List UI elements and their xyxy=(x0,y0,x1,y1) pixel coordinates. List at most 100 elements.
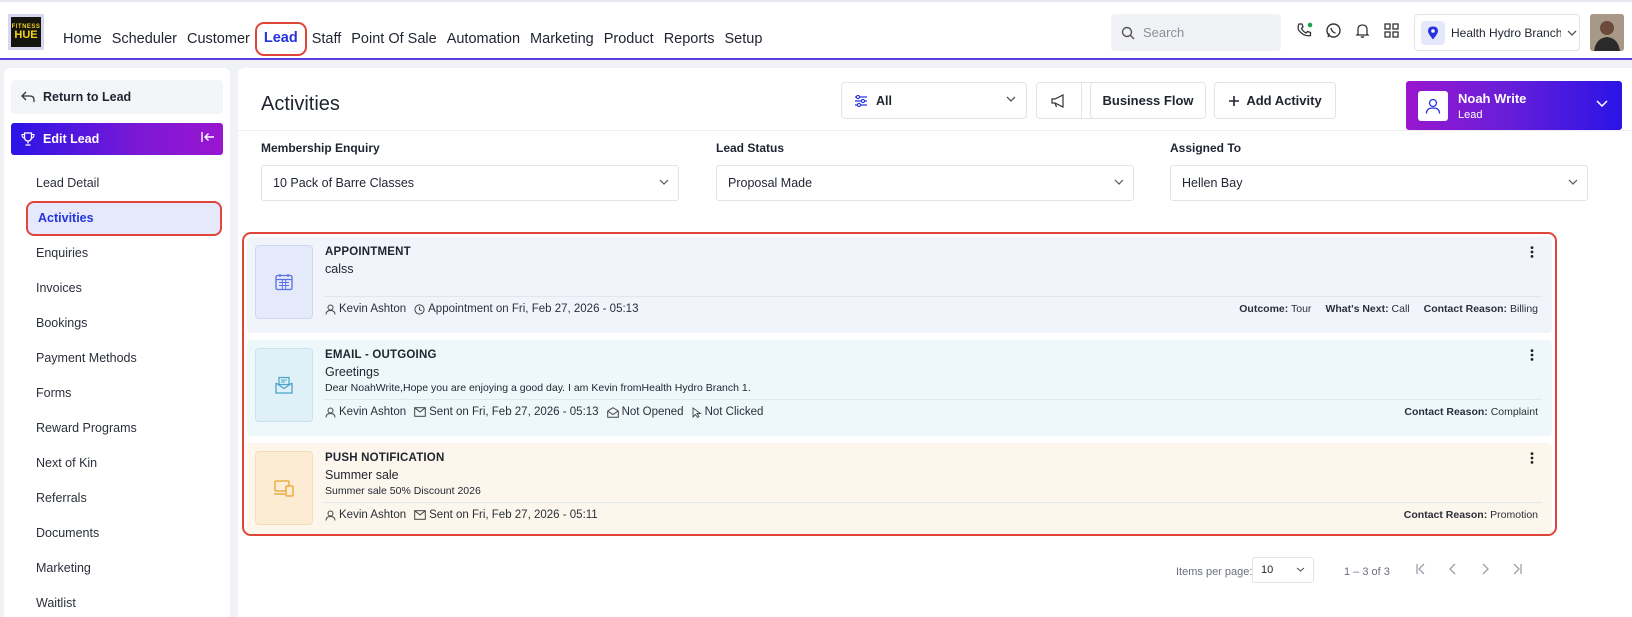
activity-user: Kevin Ashton xyxy=(339,509,407,521)
divider xyxy=(323,399,1542,400)
sidebar-item-waitlist[interactable]: Waitlist xyxy=(4,586,230,617)
next-page-icon[interactable] xyxy=(1478,562,1492,576)
activity-item-appointment[interactable]: APPOINTMENT calss Kevin Ashton Appointme… xyxy=(247,237,1552,333)
assigned-to-select[interactable]: Hellen Bay xyxy=(1170,165,1588,201)
lead-status-value: Proposal Made xyxy=(728,176,813,190)
sidebar-item-invoices[interactable]: Invoices xyxy=(4,271,230,306)
lead-profile-card[interactable]: Noah Write Lead xyxy=(1406,81,1622,130)
divider xyxy=(323,502,1542,503)
assigned-to-value: Hellen Bay xyxy=(1182,176,1243,190)
brand-logo[interactable]: FITNESS HUE xyxy=(8,14,44,50)
nav-item-point-of-sale[interactable]: Point Of Sale xyxy=(346,28,441,50)
chevron-down-icon xyxy=(1006,96,1016,102)
sidebar-item-forms[interactable]: Forms xyxy=(4,376,230,411)
more-options-icon[interactable] xyxy=(1530,452,1534,464)
phone-icon[interactable] xyxy=(1296,22,1313,39)
return-to-lead-button[interactable]: Return to Lead xyxy=(11,80,223,114)
last-page-icon[interactable] xyxy=(1510,562,1524,576)
page-range: 1 – 3 of 3 xyxy=(1344,566,1390,578)
activity-description: Summer sale 50% Discount 2026 xyxy=(325,485,481,497)
chevron-down-icon xyxy=(1567,30,1577,36)
nav-item-scheduler[interactable]: Scheduler xyxy=(107,28,182,50)
sliders-icon xyxy=(854,94,868,107)
add-activity-button[interactable]: Add Activity xyxy=(1214,82,1336,119)
search-input[interactable]: Search xyxy=(1111,14,1281,51)
activity-list: APPOINTMENT calss Kevin Ashton Appointme… xyxy=(242,232,1557,536)
page-title: Activities xyxy=(261,93,340,115)
user-avatar[interactable] xyxy=(1590,14,1624,51)
sidebar-item-payment-methods[interactable]: Payment Methods xyxy=(4,341,230,376)
pagination: Items per page: 10 1 – 3 of 3 xyxy=(238,557,1632,587)
user-icon xyxy=(325,407,336,418)
nav-item-lead[interactable]: Lead xyxy=(254,22,307,56)
whatsapp-icon[interactable] xyxy=(1325,22,1342,39)
activity-meta: Kevin Ashton Sent on Fri, Feb 27, 2026 -… xyxy=(325,406,763,418)
contact-reason-value: Promotion xyxy=(1490,509,1538,521)
edit-lead-section[interactable]: Edit Lead xyxy=(11,123,223,155)
main-nav: Home Scheduler Customer Lead Staff Point… xyxy=(58,22,767,56)
divider xyxy=(238,130,1632,131)
chevron-down-icon[interactable] xyxy=(1596,100,1608,107)
sidebar-item-reward-programs[interactable]: Reward Programs xyxy=(4,411,230,446)
items-per-page-select[interactable]: 10 xyxy=(1252,557,1314,583)
top-bar: FITNESS HUE Home Scheduler Customer Lead… xyxy=(0,0,1632,60)
chevron-down-icon xyxy=(1114,179,1124,185)
lead-status-select[interactable]: Proposal Made xyxy=(716,165,1134,201)
chevron-down-icon xyxy=(659,179,669,185)
nav-item-product[interactable]: Product xyxy=(599,28,659,50)
membership-enquiry-select[interactable]: 10 Pack of Barre Classes xyxy=(261,165,679,201)
business-flow-button[interactable]: Business Flow xyxy=(1090,82,1206,119)
sidebar-item-activities[interactable]: Activities xyxy=(26,201,222,236)
nav-item-automation[interactable]: Automation xyxy=(442,28,525,50)
bell-icon[interactable] xyxy=(1354,22,1371,39)
activity-meta: Kevin Ashton Sent on Fri, Feb 27, 2026 -… xyxy=(325,509,598,521)
nav-item-staff[interactable]: Staff xyxy=(307,28,347,50)
search-icon xyxy=(1121,26,1135,40)
sidebar-item-referrals[interactable]: Referrals xyxy=(4,481,230,516)
whats-next-label: What's Next: xyxy=(1325,303,1389,315)
collapse-sidebar-icon[interactable] xyxy=(201,131,215,143)
sidebar-menu: Lead Detail Activities Enquiries Invoice… xyxy=(4,166,230,617)
calendar-icon xyxy=(255,245,313,319)
sidebar-item-next-of-kin[interactable]: Next of Kin xyxy=(4,446,230,481)
contact-reason-label: Contact Reason: xyxy=(1404,406,1488,418)
sidebar-item-documents[interactable]: Documents xyxy=(4,516,230,551)
filter-value: All xyxy=(876,93,892,108)
nav-item-customer[interactable]: Customer xyxy=(182,28,255,50)
sidebar: Return to Lead Edit Lead Lead Detail Act… xyxy=(4,68,230,617)
nav-item-home[interactable]: Home xyxy=(58,28,107,50)
divider xyxy=(323,296,1542,297)
activity-filter-select[interactable]: All xyxy=(841,82,1027,119)
first-page-icon[interactable] xyxy=(1414,562,1428,576)
activity-details: Contact Reason: Complaint xyxy=(1404,406,1538,418)
activity-user: Kevin Ashton xyxy=(339,406,407,418)
contact-reason-value: Complaint xyxy=(1490,406,1538,418)
activity-item-email[interactable]: EMAIL - OUTGOING Greetings Dear NoahWrit… xyxy=(247,340,1552,436)
sidebar-item-enquiries[interactable]: Enquiries xyxy=(4,236,230,271)
branch-selector[interactable]: Health Hydro Branch 1 xyxy=(1414,14,1580,51)
click-status: Not Clicked xyxy=(704,406,764,418)
items-per-page-label: Items per page: xyxy=(1176,566,1253,578)
activity-subject: Greetings xyxy=(325,365,380,379)
activity-item-push-notification[interactable]: PUSH NOTIFICATION Summer sale Summer sal… xyxy=(247,443,1552,534)
previous-page-icon[interactable] xyxy=(1446,562,1460,576)
nav-item-reports[interactable]: Reports xyxy=(659,28,720,50)
activity-time: Sent on Fri, Feb 27, 2026 - 05:11 xyxy=(429,509,598,521)
nav-item-marketing[interactable]: Marketing xyxy=(525,28,599,50)
mail-icon xyxy=(414,510,426,520)
lead-status-label: Lead Status xyxy=(716,141,785,155)
sidebar-item-marketing[interactable]: Marketing xyxy=(4,551,230,586)
chevron-down-icon xyxy=(1568,179,1578,185)
page-nav xyxy=(1414,562,1524,576)
activity-type: PUSH NOTIFICATION xyxy=(325,452,445,464)
sidebar-item-lead-detail[interactable]: Lead Detail xyxy=(4,166,230,201)
nav-item-setup[interactable]: Setup xyxy=(719,28,767,50)
more-options-icon[interactable] xyxy=(1530,246,1534,258)
activity-user: Kevin Ashton xyxy=(339,303,407,315)
email-icon xyxy=(255,348,313,422)
megaphone-icon[interactable] xyxy=(1037,83,1082,118)
sidebar-item-bookings[interactable]: Bookings xyxy=(4,306,230,341)
apps-grid-icon[interactable] xyxy=(1383,22,1400,39)
more-options-icon[interactable] xyxy=(1530,349,1534,361)
devices-icon xyxy=(255,451,313,525)
